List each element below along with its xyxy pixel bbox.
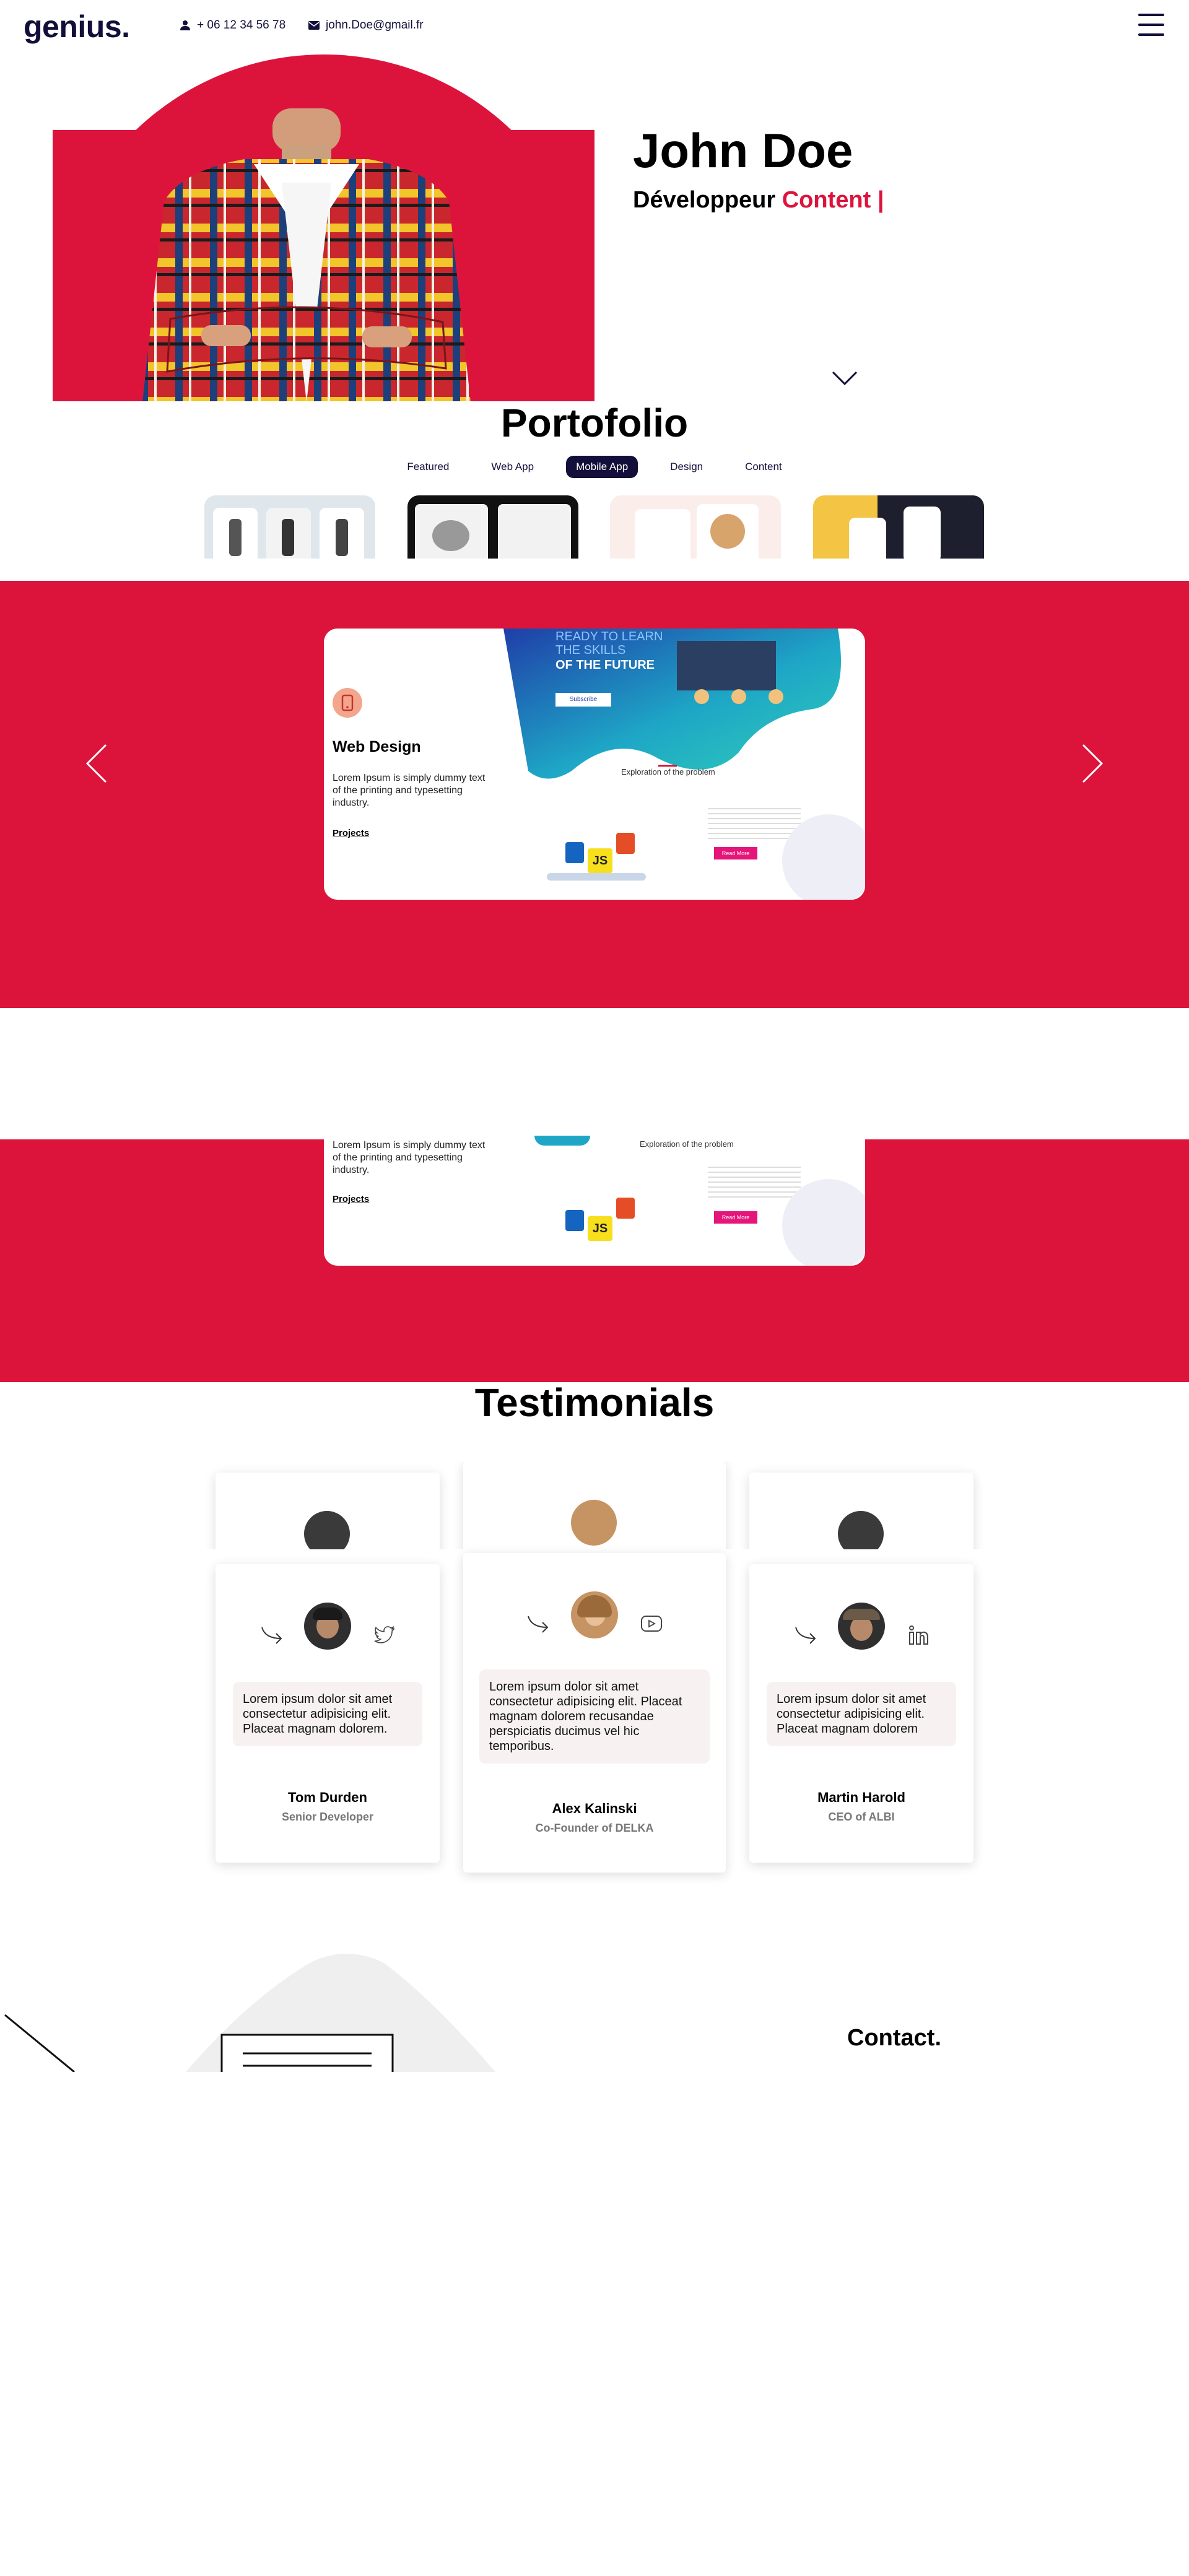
testimonial-quote: Lorem ipsum dolor sit amet consectetur a…: [479, 1669, 710, 1764]
hero-section: [0, 0, 1189, 401]
mockup-read-more: Read More: [714, 847, 757, 859]
slide-mockup: READY TO LEARN THE SKILLS OF THE FUTURE …: [503, 629, 865, 900]
slide-description: Lorem Ipsum is simply dummy text of the …: [333, 773, 486, 808]
avatar: [304, 1603, 351, 1650]
portfolio-thumb-1[interactable]: [204, 495, 375, 559]
mockup-subscribe: Subscribe: [555, 693, 611, 707]
slide-projects-link[interactable]: Projects: [333, 828, 369, 838]
contact-illustration: [4, 1954, 495, 2072]
slide-projects-link-repeat[interactable]: Projects: [333, 1194, 369, 1204]
testimonial-role: Co-Founder of DELKA: [535, 1822, 654, 1834]
twitter-icon[interactable]: [374, 1626, 395, 1645]
mockup-subtitle-repeat: Exploration of the problem: [640, 1139, 734, 1149]
reply-arrow-icon: [528, 1616, 549, 1633]
mockup-heading-1: READY TO LEARN: [555, 630, 663, 643]
hero-role-accent: Content |: [782, 187, 884, 213]
reply-arrow-icon: [261, 1627, 282, 1644]
avatar: [838, 1603, 885, 1650]
portfolio-title: Portofolio: [500, 401, 689, 445]
portfolio-thumb-4[interactable]: [813, 495, 984, 559]
portfolio-thumb-3[interactable]: [610, 495, 781, 559]
testimonial-name: Alex Kalinski: [552, 1801, 637, 1816]
contact-section: Contact.: [0, 1951, 1189, 2072]
reply-arrow-icon: [795, 1627, 816, 1644]
hero-name: John Doe: [633, 123, 853, 178]
chevron-right-icon[interactable]: [1081, 743, 1104, 784]
mockup-subtitle: Exploration of the problem: [621, 767, 715, 777]
testimonial-name: Tom Durden: [288, 1790, 367, 1805]
hero-role-prefix: Développeur: [633, 187, 776, 213]
testimonial-card-2: Lorem ipsum dolor sit amet consectetur a…: [463, 1553, 726, 1873]
portfolio-filters: Featured Web App Mobile App Design Conte…: [0, 456, 1189, 478]
mockup-read-more-repeat: Read More: [714, 1211, 757, 1224]
filter-content[interactable]: Content: [735, 456, 792, 478]
hero-role: Développeur Content |: [633, 187, 884, 214]
filter-mobile-app[interactable]: Mobile App: [566, 456, 638, 478]
testimonial-quote: Lorem ipsum dolor sit amet consectetur a…: [767, 1682, 956, 1746]
testimonial-role: CEO of ALBI: [828, 1811, 895, 1823]
avatar: [571, 1591, 618, 1638]
slide-title: Web Design: [333, 738, 421, 755]
testimonials-title: Testimonials: [474, 1380, 715, 1425]
testimonial-role: Senior Developer: [281, 1811, 374, 1823]
filter-design[interactable]: Design: [660, 456, 713, 478]
testimonials-ghost-row: [0, 1461, 1189, 1549]
chevron-down-icon[interactable]: [831, 370, 858, 386]
testimonial-card-3: Lorem ipsum dolor sit amet consectetur a…: [749, 1564, 973, 1863]
contact-title: Contact.: [847, 2025, 941, 2051]
slide-description-repeat: Lorem Ipsum is simply dummy text of the …: [333, 1140, 486, 1175]
slider-card: Web Design Lorem Ipsum is simply dummy t…: [324, 629, 865, 900]
portfolio-thumb-2[interactable]: [407, 495, 578, 559]
filter-web-app[interactable]: Web App: [481, 456, 544, 478]
linkedin-icon[interactable]: [908, 1625, 929, 1646]
hero-portrait: [142, 108, 471, 401]
slider-card-repeat: Lorem Ipsum is simply dummy text of the …: [324, 1136, 865, 1266]
testimonial-quote: Lorem ipsum dolor sit amet consectetur a…: [233, 1682, 422, 1746]
testimonial-name: Martin Harold: [817, 1790, 905, 1805]
chevron-left-icon[interactable]: [85, 743, 108, 784]
phone-badge-icon: [333, 688, 362, 718]
mockup-heading-2: THE SKILLS: [555, 643, 626, 657]
mockup-heading-3: OF THE FUTURE: [555, 658, 655, 672]
testimonial-card-1: Lorem ipsum dolor sit amet consectetur a…: [216, 1564, 440, 1863]
filter-featured[interactable]: Featured: [397, 456, 459, 478]
youtube-icon[interactable]: [640, 1615, 663, 1632]
